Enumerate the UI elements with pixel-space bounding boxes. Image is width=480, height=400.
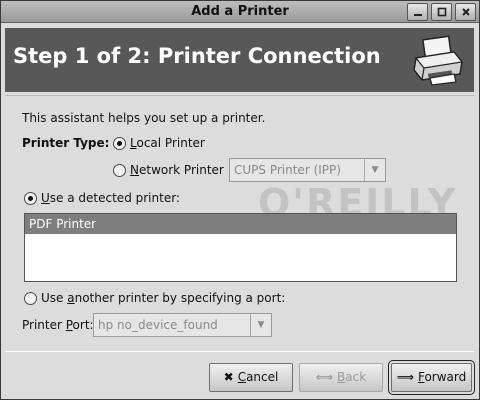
add-printer-window: Add a Printer Step 1 of 2: Printer Conne… — [0, 0, 480, 400]
back-arrow-icon: ⟺ — [315, 370, 334, 384]
printer-type-label: Printer Type: — [22, 136, 110, 150]
network-printer-radio[interactable] — [113, 164, 126, 177]
printer-port-select[interactable]: hp no_device_found ▼ — [93, 313, 272, 337]
minimize-button[interactable] — [407, 3, 428, 21]
network-printer-select-value: CUPS Printer (IPP) — [234, 163, 341, 177]
port-printer-radio[interactable] — [24, 292, 37, 305]
wizard-content: O'REILLY This assistant helps you set up… — [5, 95, 474, 352]
cancel-x-icon: ✖ — [223, 370, 234, 384]
detected-printer-list[interactable]: PDF Printer — [24, 213, 457, 282]
forward-button[interactable]: ⟹ Forward — [388, 360, 475, 395]
intro-text: This assistant helps you set up a printe… — [22, 111, 266, 125]
printer-icon — [413, 35, 464, 86]
maximize-icon — [437, 7, 446, 17]
close-button[interactable] — [455, 3, 476, 21]
wizard-header: Step 1 of 2: Printer Connection — [5, 28, 474, 92]
title-bar[interactable]: Add a Printer — [1, 1, 479, 23]
printer-port-select-value: hp no_device_found — [98, 318, 218, 332]
local-printer-label[interactable]: Local Printer — [130, 136, 205, 150]
network-printer-label[interactable]: Network Printer — [130, 163, 224, 177]
close-icon — [461, 8, 470, 16]
page-title: Step 1 of 2: Printer Connection — [13, 44, 381, 68]
maximize-button[interactable] — [431, 3, 452, 21]
local-printer-radio[interactable] — [113, 137, 126, 150]
list-item[interactable]: PDF Printer — [25, 214, 456, 234]
back-button[interactable]: ⟺ Back — [299, 363, 383, 392]
chevron-down-icon: ▼ — [250, 314, 271, 336]
detected-printer-label[interactable]: Use a detected printer: — [41, 191, 180, 205]
chevron-down-icon: ▼ — [364, 159, 385, 181]
list-item-label: PDF Printer — [29, 217, 97, 231]
network-printer-select[interactable]: CUPS Printer (IPP) ▼ — [229, 158, 386, 182]
detected-printer-radio[interactable] — [24, 192, 37, 205]
minimize-icon — [413, 14, 422, 16]
forward-arrow-icon: ⟹ — [396, 370, 414, 384]
printer-port-label: Printer Port: — [22, 318, 94, 332]
port-printer-label[interactable]: Use another printer by specifying a port… — [41, 291, 285, 305]
cancel-button[interactable]: ✖ Cancel — [209, 363, 293, 392]
